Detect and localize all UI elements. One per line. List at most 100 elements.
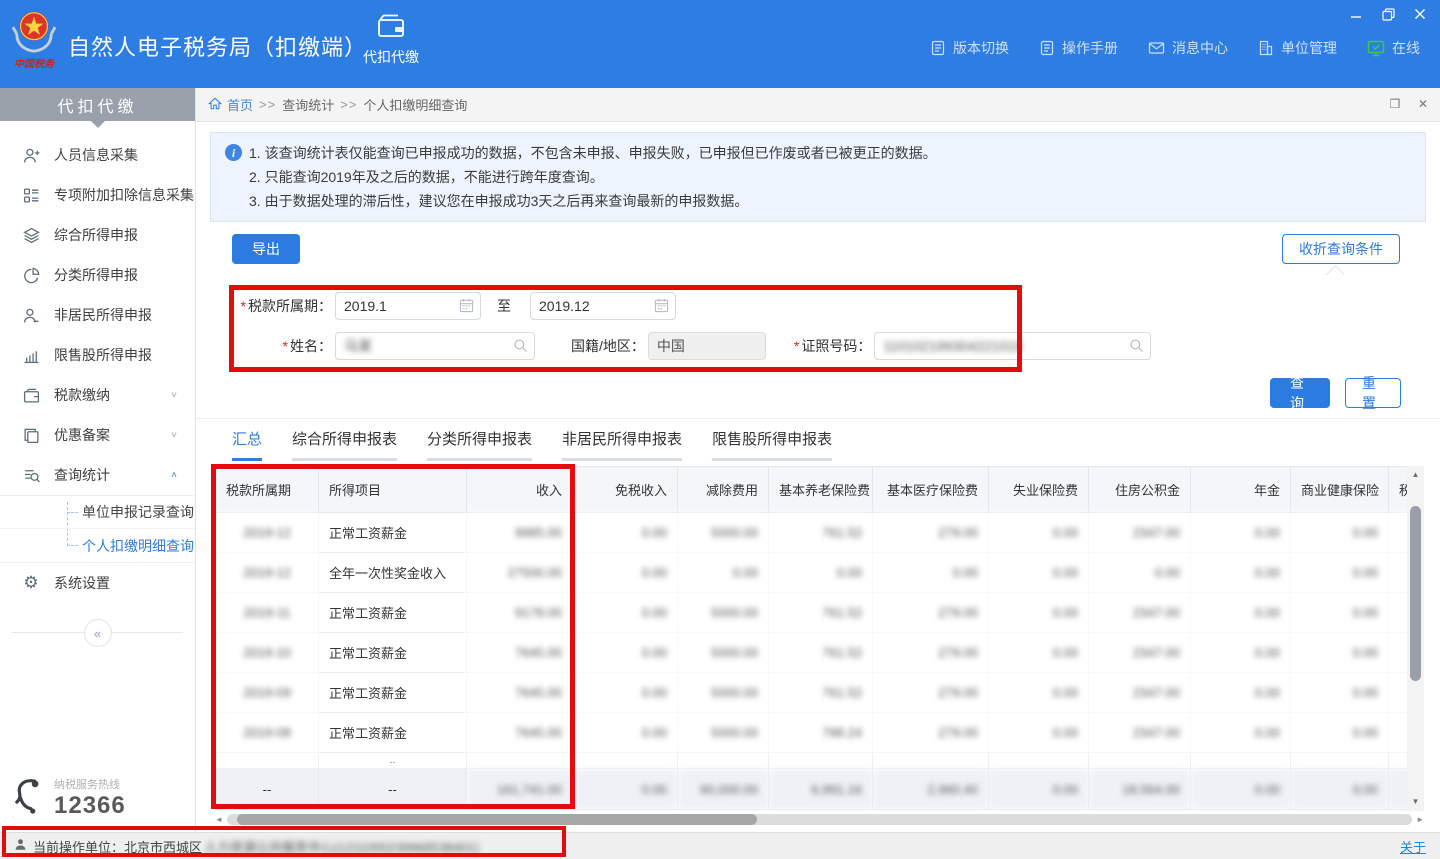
summary-cell: -- [216, 769, 319, 810]
module-tab-daikoudaijiao[interactable]: 代扣代缴 [352, 12, 430, 67]
table-cell: 0.00 [1191, 673, 1291, 713]
sidebar-item-query-statistics[interactable]: 查询统计 ˄ [0, 455, 195, 495]
query-button[interactable]: 查询 [1270, 378, 1330, 408]
collapse-query-conditions-button[interactable]: 收折查询条件 [1282, 234, 1400, 264]
layers-icon [22, 226, 40, 244]
table-cell: 279.00 [873, 513, 989, 553]
panel-maximize-icon[interactable]: ❒ [1388, 97, 1402, 111]
about-link[interactable]: 关于 [1400, 837, 1426, 856]
table-row[interactable]: 2019-12正常工资薪金9985.000.005000.00761.52279… [216, 513, 1408, 553]
table-row[interactable]: 2019-11正常工资薪金9178.000.005000.00761.52279… [216, 593, 1408, 633]
scroll-up-arrow[interactable]: ▲ [1407, 468, 1424, 482]
breadcrumb-level1[interactable]: 查询统计 [282, 95, 334, 114]
submenu-item-personal-withholding-query[interactable]: 个人扣缴明细查询 [0, 529, 195, 562]
main-content: i 1. 该查询统计表仅能查询已申报成功的数据，不包含未申报、申报失败，已申报但… [196, 122, 1440, 832]
current-unit-prefix: 北京市西城区 [124, 837, 202, 856]
vertical-scroll-thumb[interactable] [1410, 506, 1421, 681]
column-header: 基本养老保险费 [769, 467, 873, 513]
breadcrumb-home-link[interactable]: 首页 [208, 95, 253, 114]
table-cell: 2019-09 [216, 673, 319, 713]
minimize-button[interactable] [1348, 6, 1364, 22]
table-cell: 0.00 [1389, 593, 1408, 633]
table-cell: 0.00 [989, 673, 1089, 713]
table-row[interactable]: 2019-09正常工资薪金7645.000.005000.00761.52279… [216, 673, 1408, 713]
report-tabs: 汇总 综合所得申报表 分类所得申报表 非居民所得申报表 限售股所得申报表 [232, 428, 832, 461]
reset-button[interactable]: 重置 [1345, 378, 1401, 408]
nav-label: 操作手册 [1062, 38, 1118, 58]
sidebar-item-label: 专项附加扣除信息采集 [54, 185, 194, 205]
period-to-input[interactable]: 2019.12 [530, 292, 676, 320]
scroll-left-arrow[interactable]: ◄ [215, 814, 223, 825]
table-cell [216, 753, 319, 769]
name-input[interactable]: 马某 [335, 332, 535, 360]
module-tab-label: 代扣代缴 [352, 47, 430, 67]
table-cell: 2347.00 [1089, 633, 1191, 673]
panel-close-icon[interactable]: ✕ [1416, 97, 1430, 111]
table-cell: 0.00 [769, 553, 873, 593]
sidebar-item-label: 人员信息采集 [54, 145, 138, 165]
panel-window-controls: ❒ ✕ [1388, 97, 1430, 111]
table-cell: 7645.00 [467, 633, 573, 673]
period-from-input[interactable]: 2019.1 [335, 292, 481, 320]
export-button[interactable]: 导出 [232, 234, 300, 264]
table-cell: 0.00 [989, 513, 1089, 553]
table-cell [1089, 753, 1191, 769]
scroll-right-arrow[interactable]: ► [1416, 814, 1424, 825]
table-row[interactable]: 2019-10正常工资薪金7645.000.005000.00761.52279… [216, 633, 1408, 673]
tab-summary[interactable]: 汇总 [232, 428, 262, 461]
table-row[interactable]: 2019-12全年一次性奖金收入27500.000.000.000.000.00… [216, 553, 1408, 593]
tab-comprehensive-income[interactable]: 综合所得申报表 [292, 428, 397, 461]
nav-label: 单位管理 [1281, 38, 1337, 58]
table-cell: 0.00 [573, 513, 678, 553]
horizontal-scrollbar[interactable]: ◄ ► [215, 812, 1424, 827]
nav-version-switch[interactable]: 版本切换 [930, 38, 1009, 58]
breadcrumb: 首页 >> 查询统计 >> 个人扣缴明细查询 ❒ ✕ [196, 88, 1440, 122]
sidebar-item-label: 优惠备案 [54, 425, 110, 445]
mail-icon [1148, 40, 1165, 56]
table-cell: 2019-12 [216, 553, 319, 593]
sidebar-item-comprehensive-income[interactable]: 综合所得申报 [0, 215, 195, 255]
table-cell: 正常工资薪金 [319, 593, 467, 633]
nav-message-center[interactable]: 消息中心 [1148, 38, 1228, 58]
table-cell: 0.00 [1089, 553, 1191, 593]
sidebar-item-preferential-filing[interactable]: 优惠备案 ˅ [0, 415, 195, 455]
tab-classified-income[interactable]: 分类所得申报表 [427, 428, 532, 461]
sidebar-item-system-settings[interactable]: ⚙ 系统设置 [0, 563, 195, 603]
table-cell: 0.00 [989, 553, 1089, 593]
tab-restricted-stock[interactable]: 限售股所得申报表 [712, 428, 832, 461]
table-cell: 0.00 [1389, 713, 1408, 753]
document-icon [1039, 40, 1055, 56]
sidebar-item-nonresident-income[interactable]: 非居民所得申报 [0, 295, 195, 335]
table-cell: 7645.00 [467, 673, 573, 713]
sidebar-item-classified-income[interactable]: 分类所得申报 [0, 255, 195, 295]
calendar-icon[interactable] [654, 298, 669, 316]
search-icon[interactable] [1129, 338, 1144, 356]
sidebar-item-personnel-info[interactable]: 人员信息采集 [0, 135, 195, 175]
table-cell: 7645.00 [467, 713, 573, 753]
required-asterisk: * [794, 338, 799, 354]
sidebar-collapse-button[interactable]: « [84, 619, 112, 647]
column-header: 失业保险费 [989, 467, 1089, 513]
submenu-item-unit-declaration-query[interactable]: 单位申报记录查询 [0, 496, 195, 529]
tab-nonresident-income[interactable]: 非居民所得申报表 [562, 428, 682, 461]
sidebar-item-restricted-stock[interactable]: 限售股所得申报 [0, 335, 195, 375]
horizontal-scroll-thumb[interactable] [237, 814, 757, 825]
horizontal-scroll-track[interactable] [227, 814, 1412, 825]
sidebar-item-special-deduction[interactable]: 专项附加扣除信息采集 [0, 175, 195, 215]
window-controls [1348, 6, 1428, 22]
scroll-down-arrow[interactable]: ▼ [1407, 795, 1424, 809]
sidebar-item-tax-payment[interactable]: 税款缴纳 ˅ [0, 375, 195, 415]
table-cell [467, 753, 573, 769]
close-button[interactable] [1412, 6, 1428, 22]
id-number-input[interactable]: 110102199304221019 [874, 332, 1151, 360]
nav-online-status[interactable]: 在线 [1367, 38, 1420, 58]
vertical-scrollbar[interactable]: ▲ ▼ [1407, 466, 1424, 811]
restore-button[interactable] [1380, 6, 1396, 22]
nav-manual[interactable]: 操作手册 [1039, 38, 1118, 58]
table-cell: 279.00 [873, 713, 989, 753]
table-row[interactable]: 2019-08正常工资薪金7645.000.005000.00798.24279… [216, 713, 1408, 753]
notice-line-1: i 1. 该查询统计表仅能查询已申报成功的数据，不包含未申报、申报失败，已申报但… [225, 141, 1411, 165]
search-icon[interactable] [513, 338, 528, 356]
calendar-icon[interactable] [459, 298, 474, 316]
nav-unit-management[interactable]: 单位管理 [1258, 38, 1337, 58]
